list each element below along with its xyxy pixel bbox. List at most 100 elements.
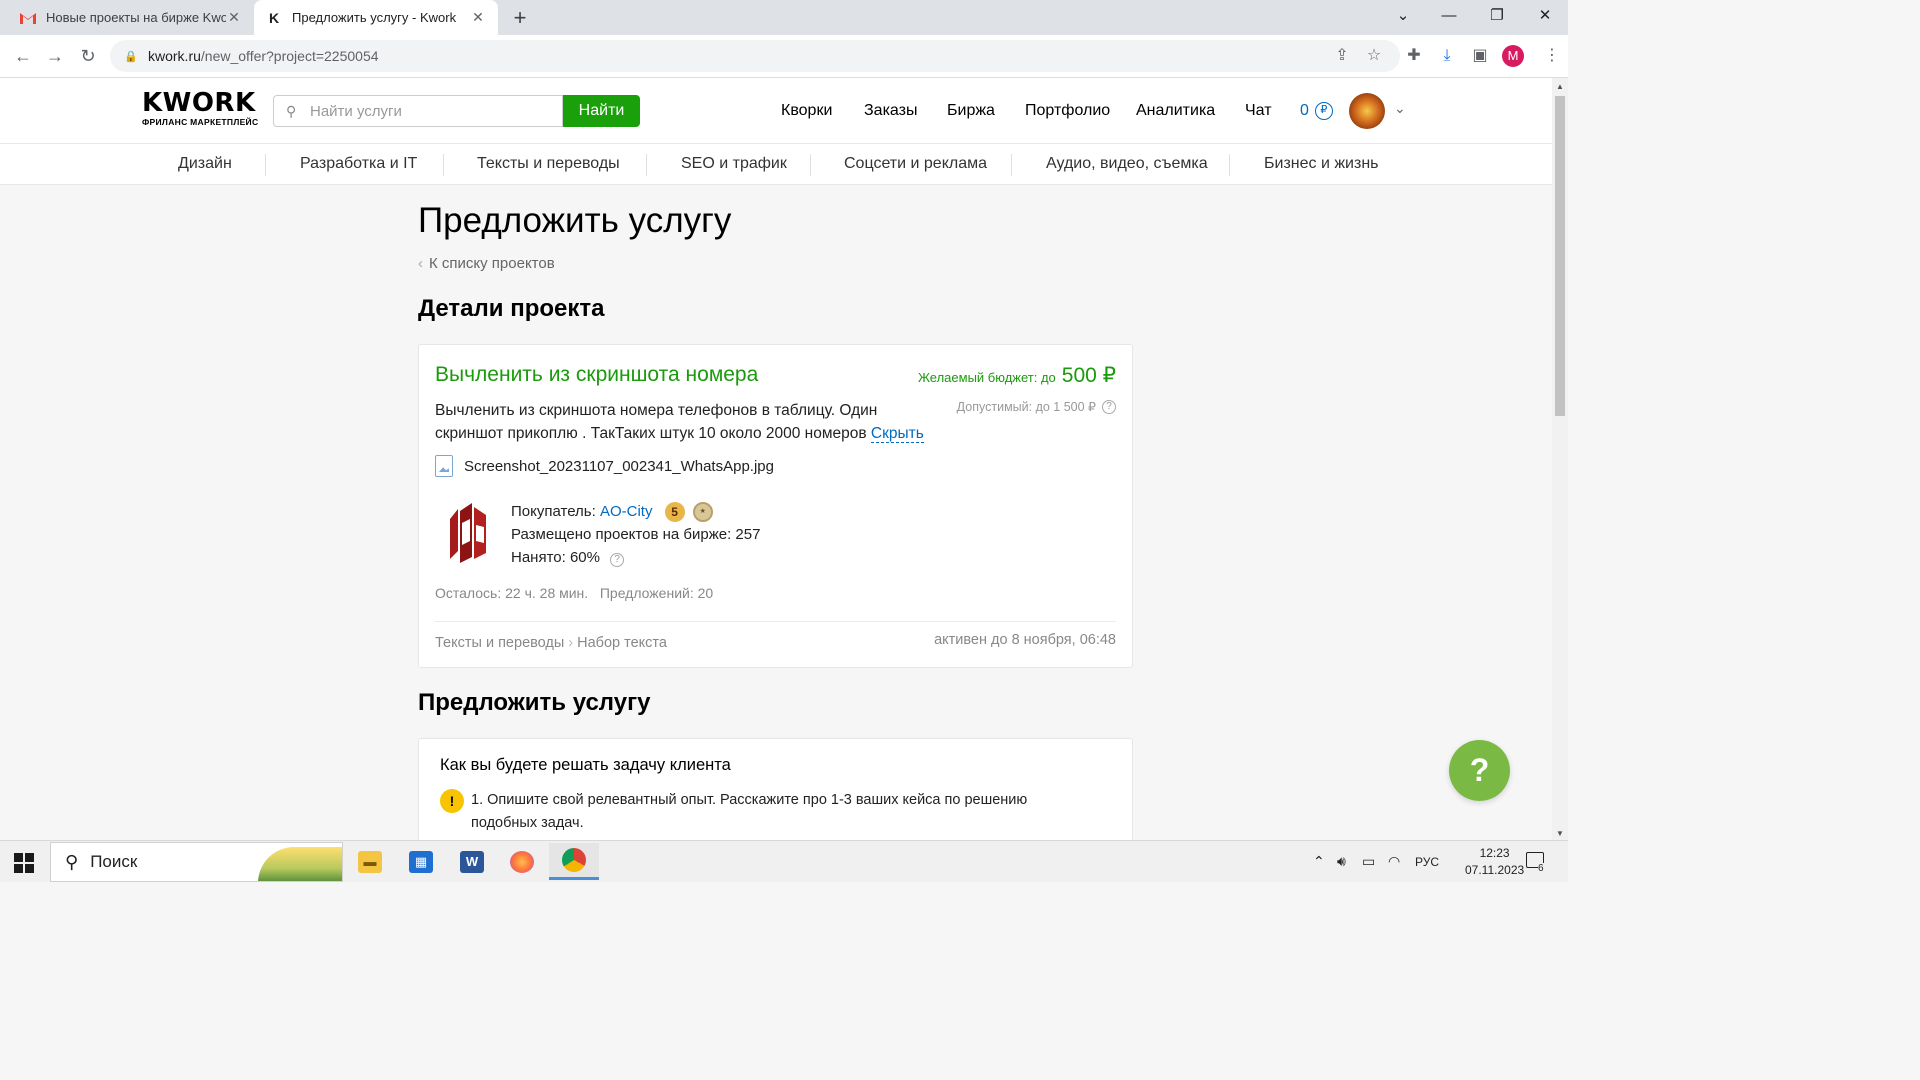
nav-analytics[interactable]: Аналитика xyxy=(1136,102,1215,120)
address-bar[interactable]: 🔒 kwork.ru/new_offer?project=2250054 xyxy=(110,40,1400,72)
clock-time: 12:23 xyxy=(1479,846,1510,860)
back-to-projects-link[interactable]: ‹ К списку проектов xyxy=(418,255,555,272)
browser-tab-kwork[interactable]: K Предложить услугу - Kwork ✕ xyxy=(254,0,498,35)
search-input[interactable] xyxy=(310,102,550,120)
breadcrumb-subcategory[interactable]: Набор текста xyxy=(577,635,667,651)
offer-form-card: Как вы будете решать задачу клиента ! 1.… xyxy=(418,738,1133,848)
balance[interactable]: 0 ₽ xyxy=(1300,102,1333,120)
reload-icon[interactable]: ↻ xyxy=(76,44,100,68)
project-title[interactable]: Вычленить из скриншота номера xyxy=(435,363,758,387)
posted-projects: Размещено проектов на бирже: 257 xyxy=(511,526,761,543)
nav-portfolio[interactable]: Портфолио xyxy=(1025,102,1110,120)
scroll-up-icon[interactable]: ▲ xyxy=(1556,82,1564,91)
url-path: /new_offer?project=2250054 xyxy=(200,48,379,64)
clock[interactable]: 12:23 07.11.2023 xyxy=(1465,845,1524,879)
budget-value: 500 ₽ xyxy=(1061,364,1116,387)
user-avatar[interactable] xyxy=(1349,93,1385,129)
profile-avatar[interactable]: M xyxy=(1502,45,1524,67)
category-design[interactable]: Дизайн xyxy=(178,155,232,173)
lock-icon: 🔒 xyxy=(124,51,138,63)
buyer-name-link[interactable]: AO-City xyxy=(600,503,653,520)
buyer-level-badge[interactable]: 5 xyxy=(664,502,685,523)
scroll-down-icon[interactable]: ▼ xyxy=(1556,829,1564,838)
side-panel-icon[interactable]: ▣ xyxy=(1468,44,1492,68)
word-icon[interactable]: W xyxy=(452,846,492,878)
divider xyxy=(1011,154,1012,176)
hide-description-link[interactable]: Скрыть xyxy=(870,425,924,443)
close-tab-icon[interactable]: ✕ xyxy=(470,9,486,26)
windows-start-icon[interactable] xyxy=(14,853,34,873)
help-icon[interactable]: ? xyxy=(610,553,625,567)
allowed-budget-text: Допустимый: до 1 500 ₽ xyxy=(956,400,1096,414)
close-window-button[interactable]: ✕ xyxy=(1522,0,1568,32)
back-link-label: К списку проектов xyxy=(429,255,555,272)
divider xyxy=(265,154,266,176)
divider xyxy=(443,154,444,176)
solution-question: Как вы будете решать задачу клиента xyxy=(440,756,731,774)
volume-icon[interactable]: 🔊︎ xyxy=(1337,853,1346,870)
tab-search-icon[interactable]: ⌄ xyxy=(1380,0,1426,32)
download-icon[interactable]: ⤓ xyxy=(1435,44,1459,68)
help-button[interactable]: ? xyxy=(1449,740,1510,801)
help-icon[interactable]: ? xyxy=(1102,399,1116,414)
taskbar-search-placeholder: Поиск xyxy=(90,852,138,871)
close-tab-icon[interactable]: ✕ xyxy=(226,9,242,26)
category-business[interactable]: Бизнес и жизнь xyxy=(1264,155,1378,173)
wifi-icon[interactable]: ◠ xyxy=(1388,853,1400,870)
attachment[interactable]: Screenshot_20231107_002341_WhatsApp.jpg xyxy=(435,455,774,477)
scrollbar-thumb[interactable] xyxy=(1555,96,1565,416)
nav-orders[interactable]: Заказы xyxy=(864,102,917,120)
chevron-left-icon: ‹ xyxy=(418,255,423,272)
project-card: Вычленить из скриншота номера Желаемый б… xyxy=(418,344,1133,668)
language-indicator[interactable]: РУС xyxy=(1415,855,1439,869)
balance-value: 0 xyxy=(1300,102,1309,119)
ruble-icon: ₽ xyxy=(1314,102,1333,120)
chevron-down-icon[interactable]: ⌄ xyxy=(1394,100,1406,117)
forward-icon[interactable]: → xyxy=(43,44,67,68)
bookmark-star-icon[interactable]: ☆ xyxy=(1362,44,1386,68)
kwork-logo[interactable]: KWORK ФРИЛАНС МАРКЕТПЛЕЙС xyxy=(142,90,258,127)
category-social[interactable]: Соцсети и реклама xyxy=(844,155,987,173)
chrome-icon[interactable] xyxy=(549,843,599,880)
battery-icon[interactable]: ▭ xyxy=(1362,853,1375,870)
budget-label: Желаемый бюджет: до xyxy=(917,370,1056,385)
medal-badge-icon[interactable]: ★ xyxy=(692,502,713,523)
category-texts[interactable]: Тексты и переводы xyxy=(477,155,620,173)
buyer-logo[interactable] xyxy=(444,501,492,565)
breadcrumb-category[interactable]: Тексты и переводы xyxy=(435,635,564,651)
browser-toolbar: ← → ↻ 🔒 kwork.ru/new_offer?project=22500… xyxy=(0,35,1568,78)
show-hidden-icons[interactable]: ⌃ xyxy=(1313,853,1325,870)
ms-store-icon[interactable]: ▦ xyxy=(401,846,441,878)
browser-tab-gmail[interactable]: Новые проекты на бирже Kwork ✕ xyxy=(8,0,254,35)
page-scrollbar[interactable]: ▲ ▼ xyxy=(1552,78,1568,840)
share-icon[interactable]: ⇪ xyxy=(1330,44,1354,68)
site-header: KWORK ФРИЛАНС МАРКЕТПЛЕЙС ⚲ Найти Кворки… xyxy=(0,78,1552,144)
allowed-budget: Допустимый: до 1 500 ₽ ? xyxy=(957,399,1116,414)
category-seo[interactable]: SEO и трафик xyxy=(681,155,787,173)
offer-heading: Предложить услугу xyxy=(418,689,651,716)
category-dev-it[interactable]: Разработка и IT xyxy=(300,155,417,173)
nav-chat[interactable]: Чат xyxy=(1245,102,1272,120)
taskbar-search[interactable]: ⚲ Поиск xyxy=(50,842,343,882)
gmail-icon xyxy=(20,10,36,26)
back-icon[interactable]: ← xyxy=(11,44,35,68)
warning-icon: ! xyxy=(440,789,464,813)
category-audio-video[interactable]: Аудио, видео, съемка xyxy=(1046,155,1208,173)
file-explorer-icon[interactable]: ▬ xyxy=(350,846,390,878)
logo-subtext: ФРИЛАНС МАРКЕТПЛЕЙС xyxy=(142,117,259,127)
nav-exchange[interactable]: Биржа xyxy=(947,102,995,120)
menu-icon[interactable]: ⋮ xyxy=(1540,44,1564,68)
nav-kworks[interactable]: Кворки xyxy=(781,102,832,120)
buyer-label: Покупатель: xyxy=(511,503,596,520)
time-remaining: Осталось: 22 ч. 28 мин. xyxy=(435,585,589,601)
firefox-icon[interactable] xyxy=(502,846,542,878)
hired-rate: Нанято: 60% xyxy=(511,549,600,566)
offer-tip: 1. Опишите свой релевантный опыт. Расска… xyxy=(471,792,1028,831)
restore-button[interactable]: ❐ xyxy=(1474,0,1520,32)
divider xyxy=(646,154,647,176)
new-tab-button[interactable]: + xyxy=(508,5,532,31)
page-title: Предложить услугу xyxy=(418,201,732,240)
extensions-icon[interactable]: ✚ xyxy=(1402,44,1426,68)
search-button[interactable]: Найти xyxy=(563,95,640,127)
minimize-button[interactable]: — xyxy=(1426,0,1472,32)
